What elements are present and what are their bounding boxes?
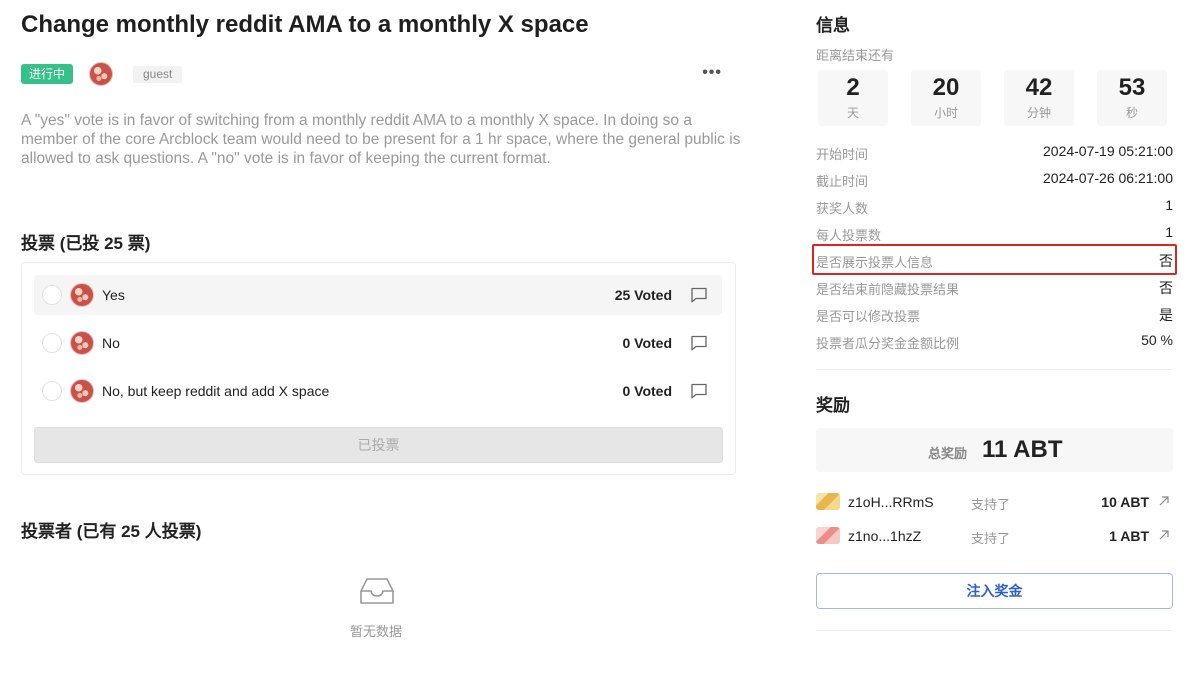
inject-reward-button[interactable]: 注入奖金 [816, 573, 1173, 609]
info-key: 每人投票数 [816, 228, 882, 243]
info-row-winners: 获奖人数 1 [816, 196, 1173, 216]
countdown-unit: 天 [846, 106, 859, 120]
countdown-label: 距离结束还有 [816, 48, 895, 63]
info-title: 信息 [816, 16, 850, 35]
comment-icon[interactable] [690, 334, 708, 352]
external-link-icon[interactable] [1157, 494, 1171, 508]
voted-button[interactable]: 已投票 [34, 427, 723, 463]
author-avatar [89, 62, 113, 86]
donor-action: 支持了 [971, 531, 1011, 546]
countdown-seconds: 53 秒 [1097, 70, 1167, 126]
info-row-hide-results: 是否结束前隐藏投票结果 否 [816, 277, 1173, 297]
countdown-value: 42 [1025, 74, 1053, 101]
status-badge: 进行中 [21, 64, 74, 84]
donor-address: z1oH...RRmS [848, 494, 934, 510]
more-options-icon[interactable]: ••• [702, 64, 722, 82]
donor-amount: 10 ABT [1101, 494, 1149, 510]
info-key: 是否结束前隐藏投票结果 [816, 282, 960, 297]
donor-action: 支持了 [971, 497, 1011, 512]
vote-option-label: No [102, 335, 120, 351]
vote-count: 25 Voted [614, 287, 672, 303]
info-key: 是否可以修改投票 [816, 309, 921, 324]
donor-row: z1no...1hzZ 支持了 1 ABT [816, 526, 1173, 546]
countdown-value: 2 [846, 74, 860, 101]
option-avatar [70, 283, 94, 307]
donor-avatar [816, 493, 840, 510]
option-avatar [70, 331, 94, 355]
proposal-meta: 进行中 guest ••• [21, 62, 736, 86]
countdown-hours: 20 小时 [911, 70, 981, 126]
author-tag: guest [133, 66, 183, 83]
donor-address: z1no...1hzZ [848, 528, 922, 544]
vote-option-label: No, but keep reddit and add X space [102, 383, 330, 399]
divider [816, 369, 1173, 370]
info-value: 否 [1159, 280, 1173, 296]
vote-radio[interactable] [42, 381, 62, 401]
donor-avatar [816, 527, 840, 544]
divider [816, 630, 1173, 631]
countdown-value: 20 [932, 74, 960, 101]
info-row-votes-per-person: 每人投票数 1 [816, 223, 1173, 243]
vote-radio[interactable] [42, 285, 62, 305]
vote-option-label: Yes [102, 287, 125, 303]
donor-row: z1oH...RRmS 支持了 10 ABT [816, 492, 1173, 512]
countdown-unit: 秒 [1125, 106, 1138, 120]
vote-option-no[interactable]: No 0 Voted [34, 323, 722, 363]
info-value: 1 [1165, 224, 1173, 240]
vote-option-yes[interactable]: Yes 25 Voted [34, 275, 722, 315]
info-row-end-time: 截止时间 2024-07-26 06:21:00 [816, 169, 1173, 189]
info-key: 开始时间 [816, 147, 869, 162]
voters-heading: 投票者 (已有 25 人投票) [21, 522, 202, 541]
reward-title: 奖励 [816, 396, 850, 415]
info-value: 是 [1159, 307, 1173, 323]
info-value: 50 % [1141, 332, 1173, 348]
vote-count: 0 Voted [622, 383, 672, 399]
total-reward: 总奖励 11 ABT [816, 428, 1173, 472]
info-value: 2024-07-19 05:21:00 [1043, 143, 1173, 159]
empty-inbox-icon [360, 578, 394, 604]
votes-heading: 投票 (已投 25 票) [21, 234, 151, 253]
proposal-description: A "yes" vote is in favor of switching fr… [21, 112, 741, 167]
comment-icon[interactable] [690, 286, 708, 304]
info-value: 1 [1165, 197, 1173, 213]
page-title: Change monthly reddit AMA to a monthly X… [21, 11, 589, 38]
vote-radio[interactable] [42, 333, 62, 353]
external-link-icon[interactable] [1157, 528, 1171, 542]
option-avatar [70, 379, 94, 403]
info-row-can-modify: 是否可以修改投票 是 [816, 304, 1173, 324]
highlight-annotation [812, 244, 1177, 275]
info-value: 2024-07-26 06:21:00 [1043, 170, 1173, 186]
donor-amount: 1 ABT [1109, 528, 1149, 544]
countdown-days: 2 天 [818, 70, 888, 126]
vote-options-card: Yes 25 Voted No 0 Voted No, but keep red… [21, 262, 736, 475]
info-key: 投票者瓜分奖金金额比例 [816, 336, 960, 351]
countdown-minutes: 42 分钟 [1004, 70, 1074, 126]
countdown-unit: 分钟 [1026, 106, 1051, 120]
countdown-unit: 小时 [933, 106, 958, 120]
total-reward-label: 总奖励 [928, 446, 968, 461]
comment-icon[interactable] [690, 382, 708, 400]
info-key: 截止时间 [816, 174, 869, 189]
total-reward-value: 11 ABT [982, 436, 1063, 463]
info-row-reward-ratio: 投票者瓜分奖金金额比例 50 % [816, 331, 1173, 351]
countdown-value: 53 [1118, 74, 1146, 101]
info-key: 获奖人数 [816, 201, 869, 216]
vote-option-no-but-keep[interactable]: No, but keep reddit and add X space 0 Vo… [34, 371, 722, 411]
info-row-start-time: 开始时间 2024-07-19 05:21:00 [816, 142, 1173, 162]
vote-count: 0 Voted [622, 335, 672, 351]
empty-state-text: 暂无数据 [350, 624, 403, 639]
